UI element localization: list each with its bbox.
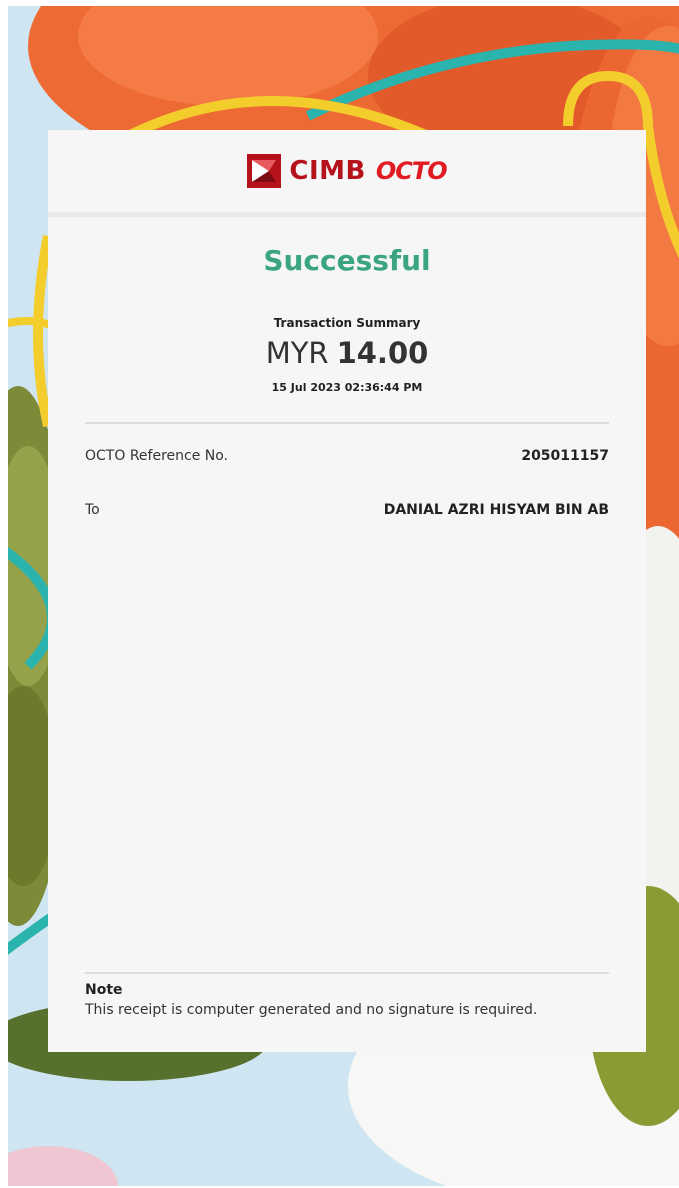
brand-product: OCTO [375, 157, 448, 185]
receipt-card: CIMB OCTO Successful Transaction Summary… [48, 130, 646, 1052]
brand-name: CIMB [289, 156, 366, 186]
detail-value: DANIAL AZRI HISYAM BIN AB [383, 502, 609, 518]
cimb-octo-logo: CIMB OCTO [247, 154, 448, 188]
summary-divider [85, 422, 609, 424]
detail-label: OCTO Reference No. [85, 448, 229, 464]
amount-currency: MYR [265, 336, 329, 370]
note-divider [85, 972, 609, 974]
amount-value: 14.00 [336, 336, 429, 370]
detail-row-recipient: To DANIAL AZRI HISYAM BIN AB [85, 502, 609, 518]
summary-label: Transaction Summary [273, 316, 421, 330]
detail-value: 205011157 [521, 448, 609, 464]
note-text: This receipt is computer generated and n… [85, 1002, 538, 1018]
detail-label: To [85, 502, 100, 518]
cimb-logo-icon [247, 154, 282, 188]
transaction-status: Successful [263, 244, 431, 277]
transaction-datetime: 15 Jul 2023 02:36:44 PM [271, 381, 423, 394]
receipt-header: CIMB OCTO [48, 130, 646, 217]
detail-row-reference: OCTO Reference No. 205011157 [85, 448, 609, 464]
transaction-amount: MYR 14.00 [48, 336, 646, 370]
note-title: Note [85, 982, 123, 998]
